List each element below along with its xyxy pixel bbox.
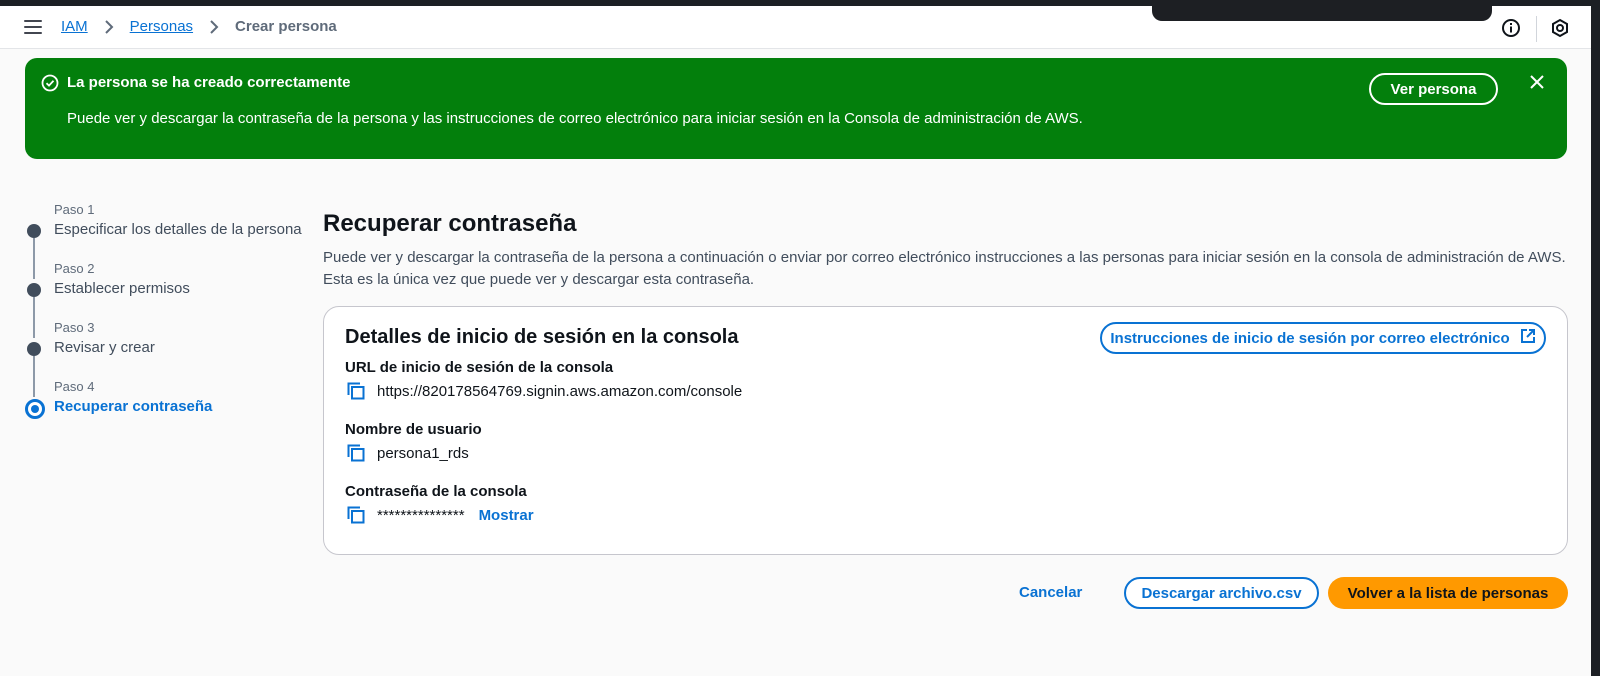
console-signin-details-card: Detalles de inicio de sesión en la conso… [323, 306, 1568, 555]
step-dot-icon [27, 224, 41, 238]
step-dot-icon [27, 342, 41, 356]
email-instructions-label: Instrucciones de inicio de sesión por co… [1110, 329, 1510, 347]
breadcrumb-current: Crear persona [235, 18, 337, 35]
field-label: URL de inicio de sesión de la consola [345, 359, 614, 376]
step-dot-icon [27, 283, 41, 297]
chevron-right-icon [207, 19, 221, 34]
step-label: Paso 4 [54, 379, 95, 394]
wizard-actions: Cancelar Descargar archivo.csv Volver a … [0, 577, 1600, 609]
step-title: Revisar y crear [54, 339, 155, 356]
info-icon[interactable] [1501, 18, 1521, 38]
field-console-url: URL de inicio de sesión de la consola ht… [345, 359, 742, 400]
field-value-row: https://820178564769.signin.aws.amazon.c… [345, 382, 742, 400]
copy-icon[interactable] [347, 444, 365, 462]
success-flash-banner: La persona se ha creado correctamente Pu… [25, 58, 1567, 159]
external-link-icon [1520, 328, 1536, 348]
email-instructions-button[interactable]: Instrucciones de inicio de sesión por co… [1100, 322, 1546, 354]
page-description-line-1: Puede ver y descargar la contraseña de l… [323, 249, 1566, 266]
step-title: Recuperar contraseña [54, 398, 213, 415]
page-title: Recuperar contraseña [323, 210, 577, 237]
hamburger-menu-icon[interactable] [24, 20, 42, 34]
step-label: Paso 2 [54, 261, 95, 276]
wizard-step-2[interactable]: Paso 2 Establecer permisos [24, 261, 304, 338]
step-label: Paso 3 [54, 320, 95, 335]
card-title: Detalles de inicio de sesión en la conso… [345, 326, 739, 348]
username-value: persona1_rds [377, 444, 469, 462]
chevron-right-icon [102, 19, 116, 34]
step-title: Establecer permisos [54, 280, 190, 297]
show-password-link[interactable]: Mostrar [479, 507, 534, 524]
cancel-button[interactable]: Cancelar [1019, 577, 1082, 609]
copy-icon[interactable] [347, 506, 365, 524]
copy-icon[interactable] [347, 382, 365, 400]
breadcrumb-link-personas[interactable]: Personas [130, 18, 193, 35]
console-url-value: https://820178564769.signin.aws.amazon.c… [377, 382, 743, 400]
step-active-dot-icon [25, 399, 45, 419]
flash-title: La persona se ha creado correctamente [67, 74, 351, 91]
field-label: Nombre de usuario [345, 421, 482, 438]
step-title: Especificar los detalles de la persona [54, 221, 302, 238]
field-label: Contraseña de la consola [345, 483, 527, 500]
back-to-personas-button[interactable]: Volver a la lista de personas [1328, 577, 1568, 609]
step-label: Paso 1 [54, 202, 95, 217]
page-description-line-2: Esta es la única vez que puede ver y des… [323, 271, 755, 288]
check-circle-icon [41, 74, 59, 92]
close-icon[interactable] [1529, 74, 1545, 90]
wizard-step-1[interactable]: Paso 1 Especificar los detalles de la pe… [24, 202, 304, 279]
notifications-icon[interactable] [1550, 18, 1570, 38]
password-masked-value: *************** [377, 506, 465, 524]
field-value-row: persona1_rds [345, 444, 482, 462]
floating-window-bar [1152, 0, 1492, 21]
field-console-password: Contraseña de la consola ***************… [345, 483, 534, 524]
download-csv-button[interactable]: Descargar archivo.csv [1124, 577, 1319, 609]
wizard-step-4: Paso 4 Recuperar contraseña [24, 379, 304, 438]
flash-message: Puede ver y descargar la contraseña de l… [67, 110, 1083, 127]
window-right-edge [1591, 0, 1600, 676]
header-divider [1536, 16, 1537, 42]
wizard-steps: Paso 1 Especificar los detalles de la pe… [24, 202, 304, 438]
breadcrumb: IAM Personas Crear persona [61, 18, 337, 35]
field-username: Nombre de usuario persona1_rds [345, 421, 482, 462]
main-content: Recuperar contraseña Puede ver y descarg… [323, 210, 1568, 291]
field-value-row: *************** Mostrar [345, 506, 534, 524]
wizard-step-3[interactable]: Paso 3 Revisar y crear [24, 320, 304, 397]
page-description: Puede ver y descargar la contraseña de l… [323, 247, 1568, 291]
view-persona-button[interactable]: Ver persona [1369, 73, 1498, 105]
breadcrumb-link-iam[interactable]: IAM [61, 18, 88, 35]
